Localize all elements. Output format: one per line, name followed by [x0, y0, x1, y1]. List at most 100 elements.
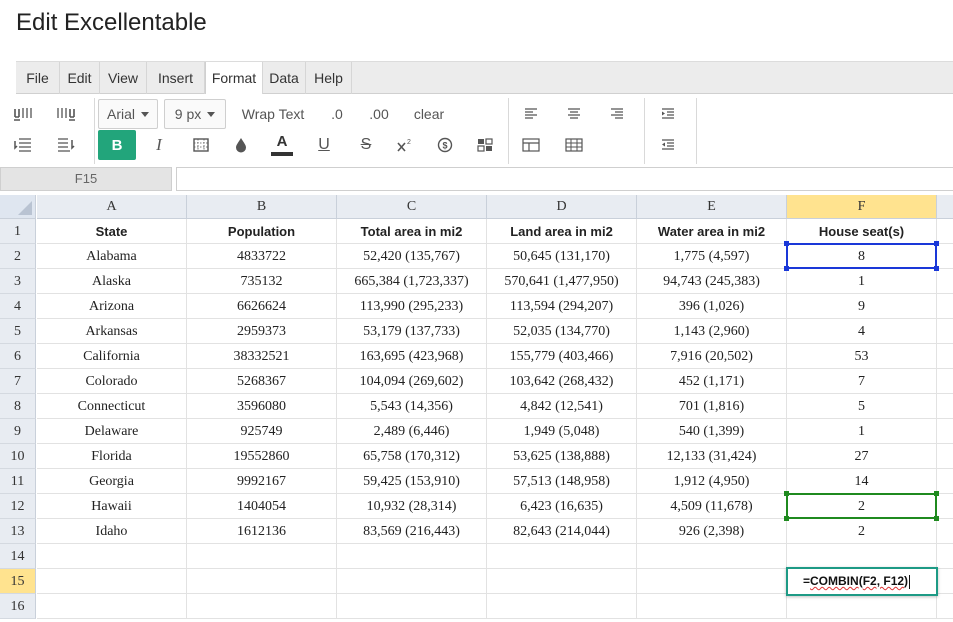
- cell-b4[interactable]: 6626624: [187, 294, 337, 319]
- cell-b13[interactable]: 1612136: [187, 519, 337, 544]
- cell-e13[interactable]: 926 (2,398): [637, 519, 787, 544]
- cell-a8[interactable]: Connecticut: [37, 394, 187, 419]
- cell-b7[interactable]: 5268367: [187, 369, 337, 394]
- cell-d1[interactable]: Land area in mi2: [487, 219, 637, 244]
- cell-c6[interactable]: 163,695 (423,968): [337, 344, 487, 369]
- increase-decimal-button[interactable]: .00: [364, 99, 394, 129]
- cell-e15[interactable]: [637, 569, 787, 594]
- range-handle[interactable]: [934, 266, 939, 271]
- insert-column-right-icon[interactable]: [55, 104, 77, 124]
- column-header-a[interactable]: A: [37, 195, 187, 219]
- indent-increase-icon[interactable]: [657, 104, 679, 124]
- cell-a3[interactable]: Alaska: [37, 269, 187, 294]
- cell-c12[interactable]: 10,932 (28,314): [337, 494, 487, 519]
- cell-b6[interactable]: 38332521: [187, 344, 337, 369]
- cell-d2[interactable]: 50,645 (131,170): [487, 244, 637, 269]
- indent-decrease-icon[interactable]: [657, 135, 679, 155]
- cell-g2[interactable]: [937, 244, 953, 269]
- cell-c14[interactable]: [337, 544, 487, 569]
- cell-c1[interactable]: Total area in mi2: [337, 219, 487, 244]
- cell-a5[interactable]: Arkansas: [37, 319, 187, 344]
- cell-g9[interactable]: [937, 419, 953, 444]
- row-header[interactable]: 5: [0, 319, 36, 344]
- cell-d14[interactable]: [487, 544, 637, 569]
- cell-d16[interactable]: [487, 594, 637, 619]
- cell-e10[interactable]: 12,133 (31,424): [637, 444, 787, 469]
- cell-g10[interactable]: [937, 444, 953, 469]
- cell-a4[interactable]: Arizona: [37, 294, 187, 319]
- range-handle[interactable]: [784, 241, 789, 246]
- cell-f9[interactable]: 1: [787, 419, 937, 444]
- cell-d3[interactable]: 570,641 (1,477,950): [487, 269, 637, 294]
- cell-a12[interactable]: Hawaii: [37, 494, 187, 519]
- cell-e5[interactable]: 1,143 (2,960): [637, 319, 787, 344]
- fill-color-icon[interactable]: [230, 130, 252, 160]
- cell-f4[interactable]: 9: [787, 294, 937, 319]
- cell-f2[interactable]: 8: [787, 244, 937, 269]
- cell-b14[interactable]: [187, 544, 337, 569]
- cell-f7[interactable]: 7: [787, 369, 937, 394]
- strikethrough-button[interactable]: S: [355, 130, 377, 160]
- cell-d6[interactable]: 155,779 (403,466): [487, 344, 637, 369]
- cell-g6[interactable]: [937, 344, 953, 369]
- cell-d7[interactable]: 103,642 (268,432): [487, 369, 637, 394]
- cell-b2[interactable]: 4833722: [187, 244, 337, 269]
- range-handle[interactable]: [784, 491, 789, 496]
- superscript-icon[interactable]: 2: [394, 130, 416, 160]
- merge-cells-icon[interactable]: [520, 135, 542, 155]
- row-header[interactable]: 15: [0, 569, 36, 594]
- borders-icon[interactable]: [190, 130, 212, 160]
- cell-e7[interactable]: 452 (1,171): [637, 369, 787, 394]
- cell-b9[interactable]: 925749: [187, 419, 337, 444]
- cell-b3[interactable]: 735132: [187, 269, 337, 294]
- cell-a13[interactable]: Idaho: [37, 519, 187, 544]
- menu-file[interactable]: File: [16, 62, 60, 94]
- currency-icon[interactable]: $: [434, 130, 456, 160]
- cell-editor[interactable]: =COMBIN(F2, F12): [786, 567, 938, 596]
- insert-row-above-icon[interactable]: [12, 135, 34, 155]
- underline-button[interactable]: U: [313, 130, 335, 160]
- cell-b11[interactable]: 9992167: [187, 469, 337, 494]
- cell-c3[interactable]: 665,384 (1,723,337): [337, 269, 487, 294]
- cell-c13[interactable]: 83,569 (216,443): [337, 519, 487, 544]
- cell-c9[interactable]: 2,489 (6,446): [337, 419, 487, 444]
- range-handle[interactable]: [784, 516, 789, 521]
- menu-data[interactable]: Data: [263, 62, 306, 94]
- cell-f5[interactable]: 4: [787, 319, 937, 344]
- column-header-e[interactable]: E: [637, 195, 787, 219]
- row-header[interactable]: 16: [0, 594, 36, 619]
- cell-b10[interactable]: 19552860: [187, 444, 337, 469]
- cell-c4[interactable]: 113,990 (295,233): [337, 294, 487, 319]
- row-header[interactable]: 12: [0, 494, 36, 519]
- cell-c11[interactable]: 59,425 (153,910): [337, 469, 487, 494]
- cell-g13[interactable]: [937, 519, 953, 544]
- cell-f11[interactable]: 14: [787, 469, 937, 494]
- cell-f13[interactable]: 2: [787, 519, 937, 544]
- cell-f16[interactable]: [787, 594, 937, 619]
- cell-a14[interactable]: [37, 544, 187, 569]
- cell-e1[interactable]: Water area in mi2: [637, 219, 787, 244]
- cell-f14[interactable]: [787, 544, 937, 569]
- cell-b1[interactable]: Population: [187, 219, 337, 244]
- cell-e8[interactable]: 701 (1,816): [637, 394, 787, 419]
- cell-e9[interactable]: 540 (1,399): [637, 419, 787, 444]
- row-header[interactable]: 9: [0, 419, 36, 444]
- cell-c7[interactable]: 104,094 (269,602): [337, 369, 487, 394]
- cell-a15[interactable]: [37, 569, 187, 594]
- row-header[interactable]: 6: [0, 344, 36, 369]
- cell-e2[interactable]: 1,775 (4,597): [637, 244, 787, 269]
- cell-b5[interactable]: 2959373: [187, 319, 337, 344]
- cell-a16[interactable]: [37, 594, 187, 619]
- cell-d8[interactable]: 4,842 (12,541): [487, 394, 637, 419]
- row-header[interactable]: 2: [0, 244, 36, 269]
- cell-e16[interactable]: [637, 594, 787, 619]
- cell-d12[interactable]: 6,423 (16,635): [487, 494, 637, 519]
- table-grid-icon[interactable]: [563, 135, 585, 155]
- font-family-dropdown[interactable]: Arial: [98, 99, 158, 129]
- font-size-dropdown[interactable]: 9 px: [164, 99, 226, 129]
- align-right-icon[interactable]: [606, 104, 628, 124]
- cell-e12[interactable]: 4,509 (11,678): [637, 494, 787, 519]
- decrease-decimal-button[interactable]: .0: [324, 99, 350, 129]
- cell-g15[interactable]: [937, 569, 953, 594]
- cell-a1[interactable]: State: [37, 219, 187, 244]
